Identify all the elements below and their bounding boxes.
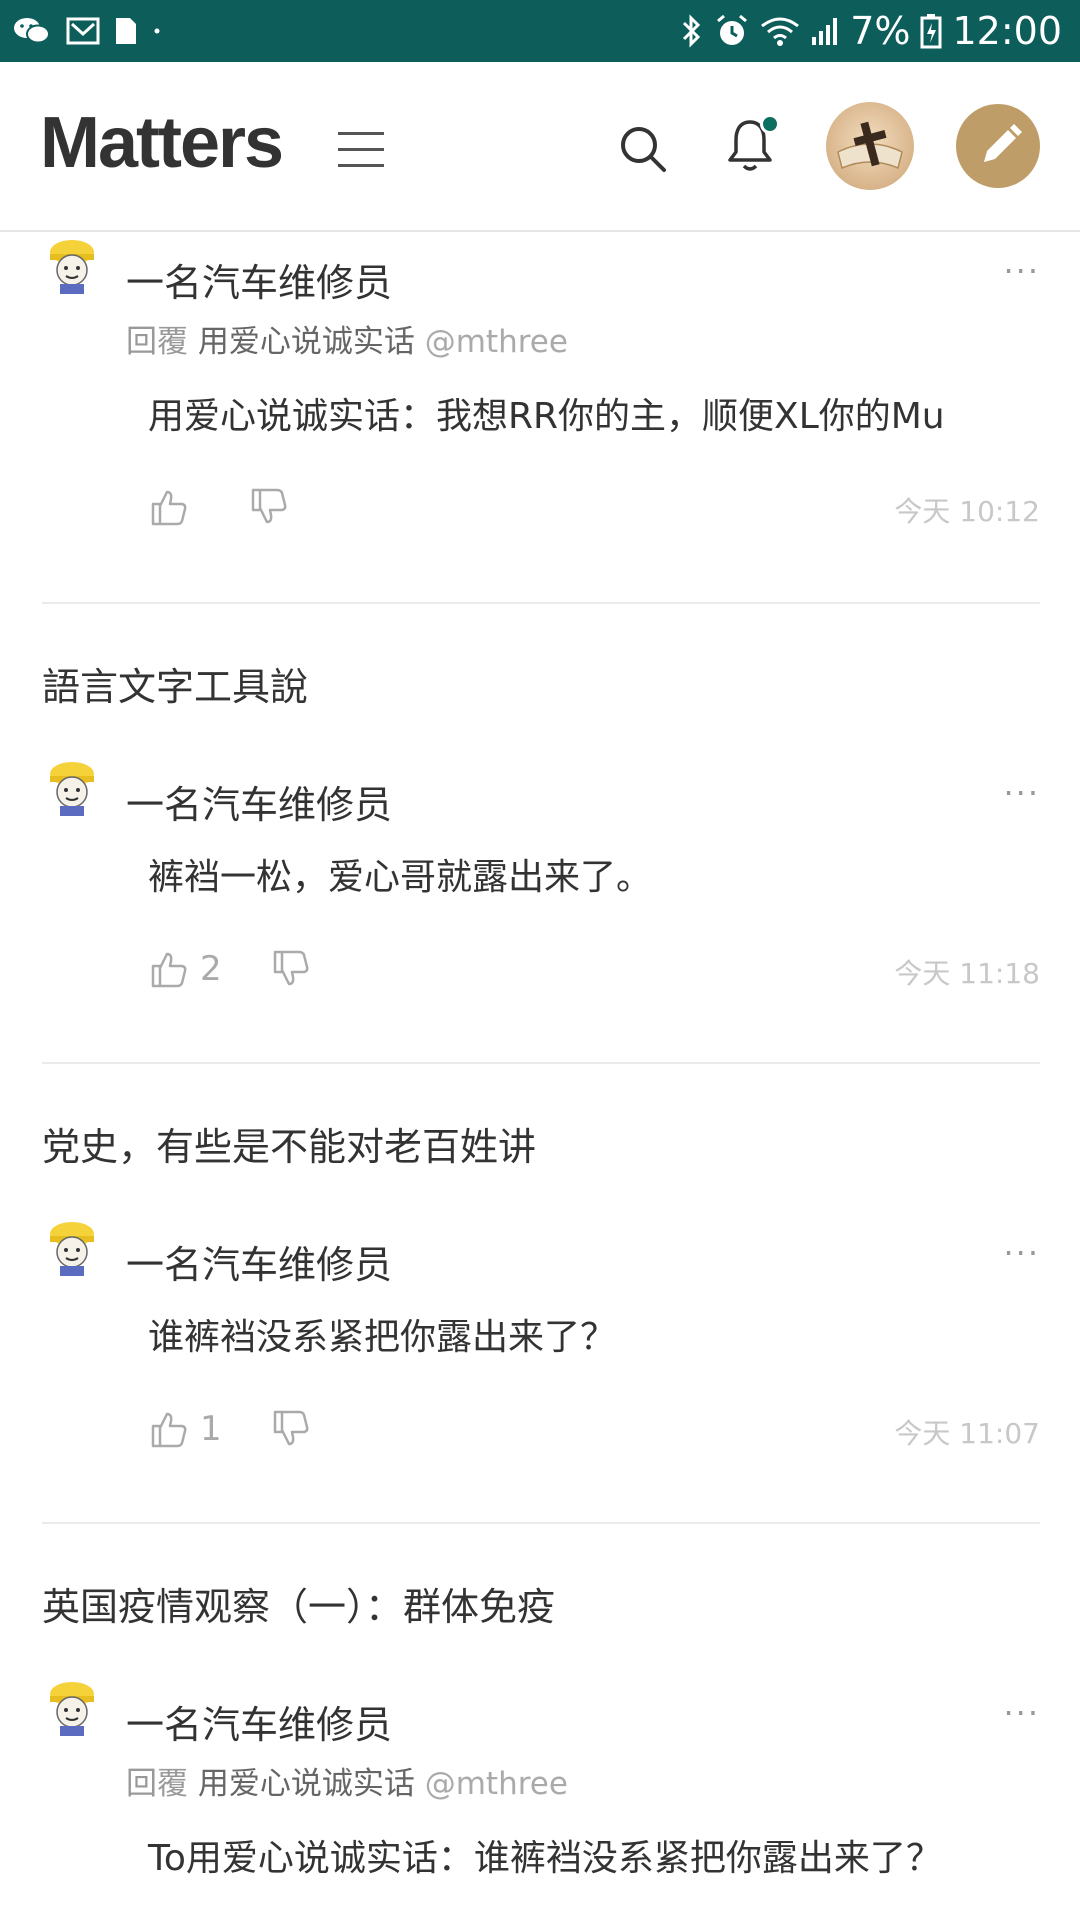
wechat-icon [14, 18, 50, 44]
like-count: 1 [200, 1409, 222, 1449]
comment-body: 裤裆一松，爱心哥就露出来了。 [148, 857, 653, 898]
comment-avatar[interactable] [42, 1678, 102, 1742]
thumbs-up-icon [151, 952, 187, 988]
menu-icon[interactable] [338, 132, 384, 168]
thumbs-up-icon [151, 1412, 187, 1448]
comment-author[interactable]: 一名汽车维修员 [126, 774, 392, 829]
dislike-button[interactable] [248, 486, 290, 528]
comment-actions: 2 [148, 944, 312, 994]
reply-target-handle[interactable]: @mthree [425, 324, 568, 360]
divider [42, 1062, 1040, 1064]
comment-time: 今天 10:12 [894, 495, 1040, 528]
like-button[interactable]: 1 [148, 1408, 222, 1450]
comment-author[interactable]: 一名汽车维修员 [126, 1694, 392, 1749]
thumbs-down-icon [251, 488, 287, 524]
reply-target-name[interactable]: 用爱心说诚实话 [198, 1766, 415, 1802]
book-cross-icon [837, 121, 903, 170]
dislike-button[interactable] [270, 948, 312, 990]
wifi-icon [761, 17, 800, 46]
comment-avatar[interactable] [42, 758, 102, 822]
comment-body: 谁裤裆没系紧把你露出来了？ [148, 1317, 617, 1358]
reply-target-handle[interactable]: @mthree [425, 1766, 568, 1802]
reply-target-name[interactable]: 用爱心说诚实话 [198, 324, 415, 360]
notification-dot [760, 114, 780, 134]
like-button[interactable] [148, 486, 200, 528]
thumbs-down-icon [273, 1410, 309, 1446]
more-options-button[interactable]: ··· [1003, 252, 1040, 290]
like-count: 2 [200, 949, 222, 989]
reply-to: 回覆 用爱心说诚实话 @mthree [126, 1758, 568, 1803]
dot-icon [154, 28, 160, 34]
reply-prefix: 回覆 [126, 324, 188, 360]
mail-icon [66, 17, 100, 45]
status-bar: 7% 12:00 [0, 0, 1080, 62]
write-button[interactable] [956, 104, 1040, 188]
comment-avatar[interactable] [42, 236, 102, 300]
article-title[interactable]: 英国疫情观察（一）：群体免疫 [42, 1576, 555, 1631]
battery-percent: 7% [850, 9, 911, 53]
user-avatar[interactable] [826, 102, 914, 190]
comment-time: 今天 11:07 [894, 1417, 1040, 1450]
alarm-icon [717, 14, 748, 45]
article-title[interactable]: 党史，有些是不能对老百姓讲 [42, 1116, 536, 1171]
reply-to: 回覆 用爱心说诚实话 @mthree [126, 316, 568, 361]
comment-time: 今天 11:18 [894, 957, 1040, 990]
more-options-button[interactable]: ··· [1003, 1694, 1040, 1732]
clock: 12:00 [952, 9, 1062, 53]
like-button[interactable]: 2 [148, 948, 222, 990]
dislike-button[interactable] [270, 1408, 312, 1450]
app-header: Matters [0, 62, 1080, 232]
divider [42, 602, 1040, 604]
status-left [12, 10, 162, 52]
search-icon [621, 127, 666, 172]
bluetooth-icon [683, 14, 701, 48]
search-button[interactable] [616, 122, 672, 178]
signal-icon [812, 18, 838, 45]
more-options-button[interactable]: ··· [1003, 774, 1040, 812]
battery-icon [920, 14, 942, 49]
pencil-icon [984, 124, 1022, 162]
comment-author[interactable]: 一名汽车维修员 [126, 1234, 392, 1289]
comment-actions [148, 482, 290, 532]
divider [42, 1522, 1040, 1524]
comment-body: 用爱心说诚实话：我想RR你的主，顺便XL你的Mu [148, 396, 945, 437]
article-title[interactable]: 語言文字工具說 [42, 656, 308, 711]
app-logo[interactable]: Matters [40, 102, 284, 184]
reply-prefix: 回覆 [126, 1766, 188, 1802]
notifications-button[interactable] [722, 114, 782, 180]
thumbs-up-icon [151, 490, 187, 526]
comment-author[interactable]: 一名汽车维修员 [126, 252, 392, 307]
comment-avatar[interactable] [42, 1218, 102, 1282]
thumbs-down-icon [273, 950, 309, 986]
comments-feed[interactable]: 一名汽车维修员 ··· 回覆 用爱心说诚实话 @mthree 用爱心说诚实话：我… [0, 232, 1080, 1920]
status-right: 7% 12:00 [680, 8, 1062, 54]
more-options-button[interactable]: ··· [1003, 1234, 1040, 1272]
comment-actions: 1 [148, 1404, 312, 1454]
sim-icon [116, 18, 136, 44]
comment-body: To用爱心说诚实话：谁裤裆没系紧把你露出来了？ [148, 1838, 942, 1879]
